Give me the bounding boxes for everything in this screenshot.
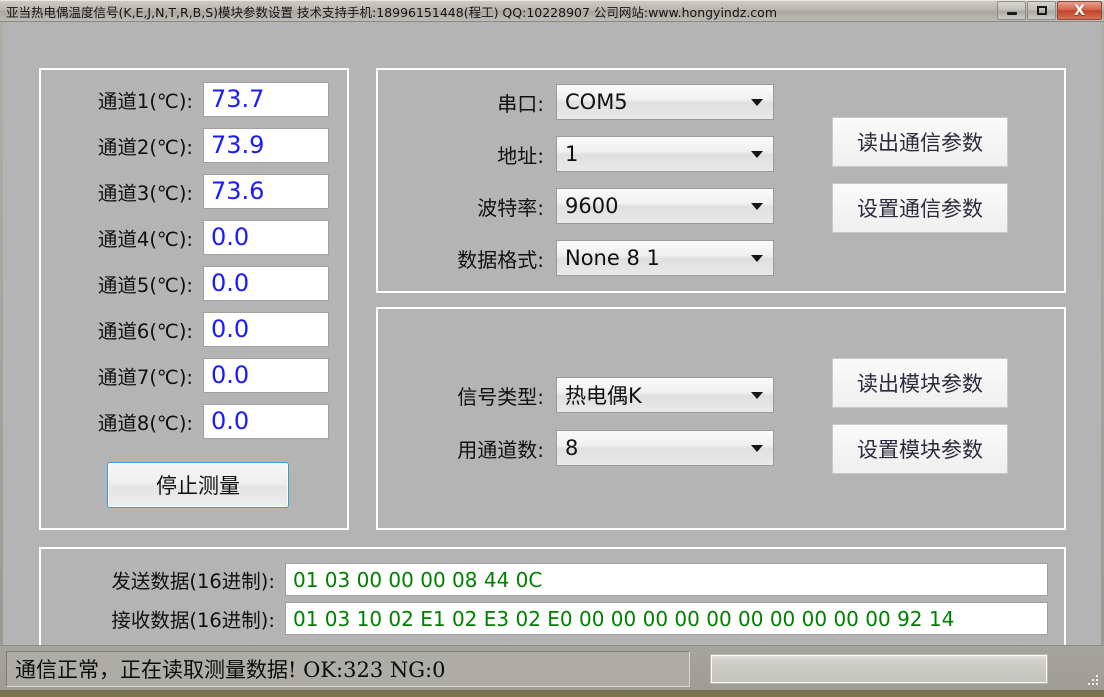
channel-1-value[interactable]: 73.7 [203, 81, 329, 117]
set-comm-params-button[interactable]: 设置通信参数 [832, 183, 1008, 233]
channel-count-row: 用通道数: 8 [394, 430, 774, 466]
channel-row: 通道3(℃): 73.6 [41, 172, 347, 210]
baudrate-value: 9600 [565, 194, 619, 218]
channel-5-label: 通道5(℃): [97, 273, 193, 297]
chevron-down-icon [751, 151, 763, 158]
serial-port-value: COM5 [565, 90, 628, 114]
resize-grip[interactable] [1087, 674, 1100, 687]
receive-data-field[interactable]: 01 03 10 02 E1 02 E3 02 E0 00 00 00 00 0… [285, 602, 1048, 635]
receive-data-row: 接收数据(16进制): 01 03 10 02 E1 02 E3 02 E0 0… [45, 602, 1048, 635]
maximize-button[interactable] [1027, 1, 1056, 20]
data-format-select[interactable]: None 8 1 [556, 240, 774, 276]
serial-port-select[interactable]: COM5 [556, 84, 774, 120]
chevron-down-icon [751, 255, 763, 262]
window-titlebar[interactable]: 亚当热电偶温度信号(K,E,J,N,T,R,B,S)模块参数设置 技术支持手机:… [0, 0, 1104, 22]
address-select[interactable]: 1 [556, 136, 774, 172]
stop-measurement-button[interactable]: 停止测量 [107, 462, 289, 508]
set-module-params-button[interactable]: 设置模块参数 [832, 424, 1008, 474]
channel-count-value: 8 [565, 436, 579, 460]
minimize-button[interactable] [997, 1, 1026, 20]
status-message: 通信正常，正在读取测量数据! OK:323 NG:0 [15, 658, 446, 682]
send-data-row: 发送数据(16进制): 01 03 00 00 00 08 44 0C [45, 563, 1048, 596]
signal-type-value: 热电偶K [565, 384, 642, 408]
channel-3-label: 通道3(℃): [97, 181, 193, 205]
channel-4-value[interactable]: 0.0 [203, 219, 329, 255]
send-data-field[interactable]: 01 03 00 00 00 08 44 0C [285, 563, 1048, 596]
status-message-panel: 通信正常，正在读取测量数据! OK:323 NG:0 [6, 651, 690, 687]
address-row: 地址: 1 [394, 136, 774, 172]
channel-count-label: 用通道数: [457, 437, 544, 462]
channel-row: 通道2(℃): 73.9 [41, 126, 347, 164]
signal-type-row: 信号类型: 热电偶K [394, 377, 774, 413]
baudrate-label: 波特率: [477, 195, 544, 220]
chevron-down-icon [751, 99, 763, 106]
channel-row: 通道5(℃): 0.0 [41, 264, 347, 302]
serial-port-row: 串口: COM5 [394, 84, 774, 120]
serial-port-label: 串口: [497, 91, 544, 116]
channel-6-label: 通道6(℃): [97, 319, 193, 343]
channel-row: 通道6(℃): 0.0 [41, 310, 347, 348]
channel-row: 通道4(℃): 0.0 [41, 218, 347, 256]
baudrate-select[interactable]: 9600 [556, 188, 774, 224]
signal-type-select[interactable]: 热电偶K [556, 377, 774, 413]
channel-8-value[interactable]: 0.0 [203, 403, 329, 439]
minimize-icon [1006, 12, 1017, 15]
chevron-down-icon [751, 392, 763, 399]
module-settings-panel: 信号类型: 热电偶K 用通道数: 8 读出模块参数 设置模块参数 [376, 307, 1066, 530]
chevron-down-icon [751, 203, 763, 210]
address-label: 地址: [497, 143, 544, 168]
channel-1-label: 通道1(℃): [97, 89, 193, 113]
maximize-icon [1036, 6, 1047, 15]
channel-7-label: 通道7(℃): [97, 365, 193, 389]
data-format-value: None 8 1 [565, 246, 660, 270]
channel-3-value[interactable]: 73.6 [203, 173, 329, 209]
channel-5-value[interactable]: 0.0 [203, 265, 329, 301]
data-format-row: 数据格式: None 8 1 [394, 240, 774, 276]
read-comm-params-button[interactable]: 读出通信参数 [832, 117, 1008, 167]
status-bar: 通信正常，正在读取测量数据! OK:323 NG:0 [0, 645, 1104, 690]
window-title: 亚当热电偶温度信号(K,E,J,N,T,R,B,S)模块参数设置 技术支持手机:… [6, 5, 778, 20]
channel-row: 通道1(℃): 73.7 [41, 80, 347, 118]
close-button[interactable]: X [1057, 1, 1102, 20]
progress-bar [710, 654, 1048, 684]
channel-7-value[interactable]: 0.0 [203, 357, 329, 393]
channel-4-label: 通道4(℃): [97, 227, 193, 251]
baudrate-row: 波特率: 9600 [394, 188, 774, 224]
data-io-panel: 发送数据(16进制): 01 03 00 00 00 08 44 0C 接收数据… [39, 547, 1066, 652]
signal-type-label: 信号类型: [457, 384, 544, 409]
window-client-area: 通道1(℃): 73.7 通道2(℃): 73.9 通道3(℃): 73.6 通… [0, 22, 1104, 652]
chevron-down-icon [751, 445, 763, 452]
channel-count-select[interactable]: 8 [556, 430, 774, 466]
receive-data-label: 接收数据(16进制): [111, 609, 275, 632]
caption-button-group: X [997, 1, 1102, 20]
channel-row: 通道7(℃): 0.0 [41, 356, 347, 394]
channel-2-label: 通道2(℃): [97, 135, 193, 159]
address-value: 1 [565, 142, 579, 166]
data-format-label: 数据格式: [457, 247, 544, 272]
send-data-label: 发送数据(16进制): [111, 570, 275, 593]
channel-row: 通道8(℃): 0.0 [41, 402, 347, 440]
channel-2-value[interactable]: 73.9 [203, 127, 329, 163]
channel-8-label: 通道8(℃): [97, 411, 193, 435]
channel-6-value[interactable]: 0.0 [203, 311, 329, 347]
channels-panel: 通道1(℃): 73.7 通道2(℃): 73.9 通道3(℃): 73.6 通… [39, 68, 349, 530]
communication-settings-panel: 串口: COM5 地址: 1 波特率: 9600 数据格式: None 8 1 … [376, 68, 1066, 293]
application-window: 亚当热电偶温度信号(K,E,J,N,T,R,B,S)模块参数设置 技术支持手机:… [0, 0, 1104, 690]
read-module-params-button[interactable]: 读出模块参数 [832, 358, 1008, 408]
